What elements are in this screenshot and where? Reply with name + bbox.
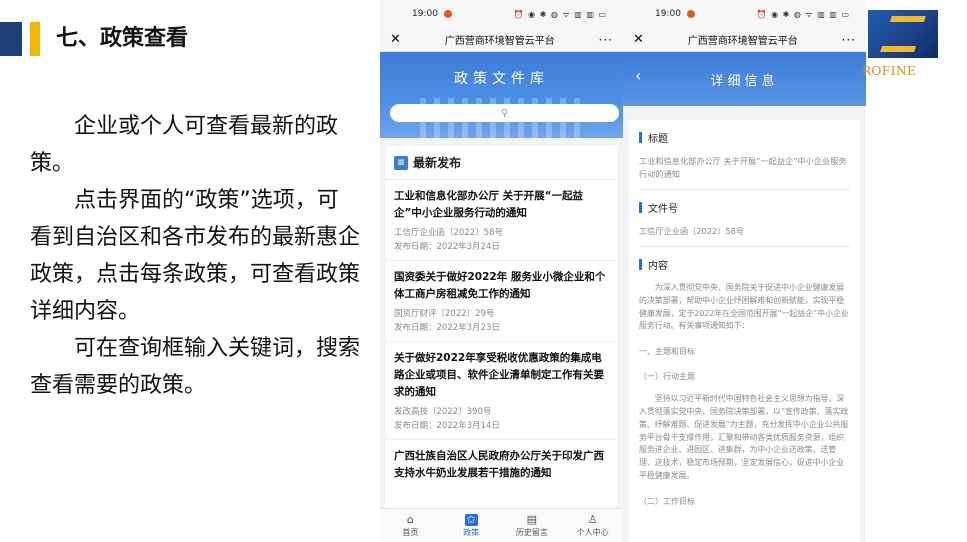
tab-policy[interactable]: ✩ 政策 xyxy=(441,509,502,542)
latest-policy-card: ≡ 最新发布 工业和信息化部办公厅 关于开展“一起益企”中小企业服务行动的通知 … xyxy=(386,146,617,508)
company-logo xyxy=(868,10,938,58)
content-heading: （一）行动主题 xyxy=(639,372,695,382)
status-time: 19:00 xyxy=(412,9,452,19)
phone-policy-detail: 19:00 ⏰ ◉ ✱ ◍ ᯤ ▥ ▥ ▭ ✕ 广西营商环境智管云平台 ··· … xyxy=(623,0,866,542)
more-icon[interactable]: ··· xyxy=(842,33,856,47)
section-label-title: 标题 xyxy=(639,130,850,145)
app-header: ✕ 广西营商环境智管云平台 ··· xyxy=(623,28,866,52)
slide-paragraph: 可在查询框输入关键词，搜索查看需要的政策。 xyxy=(30,336,361,398)
detail-card: 标题 工业和信息化部办公厅 关于开展“一起益企”中小企业服务行动的通知 文件号 … xyxy=(629,120,860,542)
section-label-doc: 文件号 xyxy=(639,200,850,215)
slide-paragraph: 点击界面的“政策”选项，可看到自治区和各市发布的最新惠企政策，点击每条政策，可查… xyxy=(30,188,361,324)
policy-date: 发布日期：2022年3月23日 xyxy=(394,323,500,333)
tab-label: 政策 xyxy=(463,527,480,537)
content-heading: （二）工作目标 xyxy=(639,496,695,506)
tab-label: 个人中心 xyxy=(576,527,609,537)
logo-text: ROFINE xyxy=(862,64,917,78)
search-input[interactable]: ⚲ xyxy=(390,104,619,122)
policy-title: 国资委关于做好2022年 服务业小微企业和个体工商户房租减免工作的通知 xyxy=(394,271,606,300)
close-icon[interactable]: ✕ xyxy=(390,32,401,47)
tab-home[interactable]: ⌂ 首页 xyxy=(380,509,441,542)
star-icon: ✩ xyxy=(464,512,478,526)
policy-title: 广西壮族自治区人民政府办公厅关于印发广西支持水牛奶业发展若干措施的通知 xyxy=(394,450,604,479)
home-icon: ⌂ xyxy=(406,512,414,526)
title-accent-blue xyxy=(0,22,22,56)
policy-list-item[interactable]: 国资委关于做好2022年 服务业小微企业和个体工商户房租减免工作的通知 国资厅财… xyxy=(386,261,617,342)
list-icon: ≡ xyxy=(394,155,408,170)
status-bar: 19:00 ⏰ ◉ ✱ ◍ ᯤ ▥ ▥ ▭ xyxy=(380,0,623,28)
search-icon: ⚲ xyxy=(500,107,509,119)
app-header: ✕ 广西营商环境智管云平台 ··· xyxy=(380,28,623,52)
user-icon: ♙ xyxy=(587,512,598,526)
tab-history-messages[interactable]: ▤ 历史留言 xyxy=(502,509,563,542)
close-icon[interactable]: ✕ xyxy=(633,32,644,47)
tab-label: 历史留言 xyxy=(515,527,548,537)
policy-list-item[interactable]: 工业和信息化部办公厅 关于开展“一起益企”中小企业服务行动的通知 工信厅企业函〔… xyxy=(386,180,617,261)
status-icons: ⏰ ◉ ✱ ◍ ᯤ ▥ ▥ ▭ xyxy=(756,9,850,19)
message-icon: ▤ xyxy=(526,512,538,526)
policy-date: 发布日期：2022年3月14日 xyxy=(394,421,500,431)
policy-doc-number: 国资厅财评〔2022〕29号 xyxy=(394,309,495,319)
policy-banner: 政策文件库 ⚲ xyxy=(380,52,623,138)
notification-dot-icon xyxy=(443,9,452,18)
policy-list-item[interactable]: 关于做好2022年享受税收优惠政策的集成电路企业或项目、软件企业清单制定工作有关… xyxy=(386,342,617,440)
more-icon[interactable]: ··· xyxy=(599,33,613,47)
policy-doc-number: 工信厅企业函〔2022〕58号 xyxy=(394,228,503,238)
content-heading: 一、主题和目标 xyxy=(639,347,695,357)
bottom-tab-bar: ⌂ 首页 ✩ 政策 ▤ 历史留言 ♙ 个人中心 xyxy=(380,508,623,542)
policy-title: 关于做好2022年享受税收优惠政策的集成电路企业或项目、软件企业清单制定工作有关… xyxy=(394,352,604,398)
content-paragraph: 为深入贯彻党中央、国务院关于促进中小企业健康发展的决策部署，帮助中小企业纾困解难… xyxy=(639,283,849,331)
status-bar: 19:00 ⏰ ◉ ✱ ◍ ᯤ ▥ ▥ ▭ xyxy=(623,0,866,28)
doc-number-value: 工信厅企业函〔2022〕58号 xyxy=(639,225,850,247)
detail-banner: ‹ 详细信息 xyxy=(623,52,866,106)
phone-policy-list: 19:00 ⏰ ◉ ✱ ◍ ᯤ ▥ ▥ ▭ ✕ 广西营商环境智管云平台 ··· … xyxy=(380,0,623,542)
section-marker xyxy=(639,202,642,213)
tab-profile[interactable]: ♙ 个人中心 xyxy=(562,509,623,542)
slide-body: 企业或个人可查看最新的政策。 点击界面的“政策”选项，可看到自治区和各市发布的最… xyxy=(30,108,360,404)
section-marker xyxy=(639,259,642,270)
section-label-content: 内容 xyxy=(639,257,850,272)
banner-title: 详细信息 xyxy=(710,74,779,89)
slide-title: 七、政策查看 xyxy=(56,26,189,51)
slide-paragraph: 企业或个人可查看最新的政策。 xyxy=(30,114,339,176)
policy-list-item[interactable]: 广西壮族自治区人民政府办公厅关于印发广西支持水牛奶业发展若干措施的通知 xyxy=(386,440,617,488)
policy-title-value: 工业和信息化部办公厅 关于开展“一起益企”中小企业服务行动的通知 xyxy=(639,155,850,190)
banner-title: 政策文件库 xyxy=(454,71,549,87)
section-title: 最新发布 xyxy=(413,156,462,170)
logo-mark xyxy=(880,16,926,52)
policy-title: 工业和信息化部办公厅 关于开展“一起益企”中小企业服务行动的通知 xyxy=(394,190,584,219)
slide: 七、政策查看 企业或个人可查看最新的政策。 点击界面的“政策”选项，可看到自治区… xyxy=(0,0,967,542)
title-accent-yellow xyxy=(30,22,40,56)
tab-label: 首页 xyxy=(402,527,419,537)
status-icons: ⏰ ◉ ✱ ◍ ᯤ ▥ ▥ ▭ xyxy=(513,9,607,19)
section-marker xyxy=(639,132,642,143)
content-paragraph: 坚持以习近平新时代中国特色社会主义思想为指导，深入贯彻落实党中央、国务院决策部署… xyxy=(639,394,849,480)
section-header: ≡ 最新发布 xyxy=(386,146,617,180)
notification-dot-icon xyxy=(686,9,695,18)
policy-doc-number: 发改高技〔2022〕390号 xyxy=(394,407,492,417)
policy-date: 发布日期：2022年3月24日 xyxy=(394,242,500,252)
app-title: 广西营商环境智管云平台 xyxy=(444,36,555,47)
status-time: 19:00 xyxy=(655,9,695,19)
app-title: 广西营商环境智管云平台 xyxy=(687,36,798,47)
